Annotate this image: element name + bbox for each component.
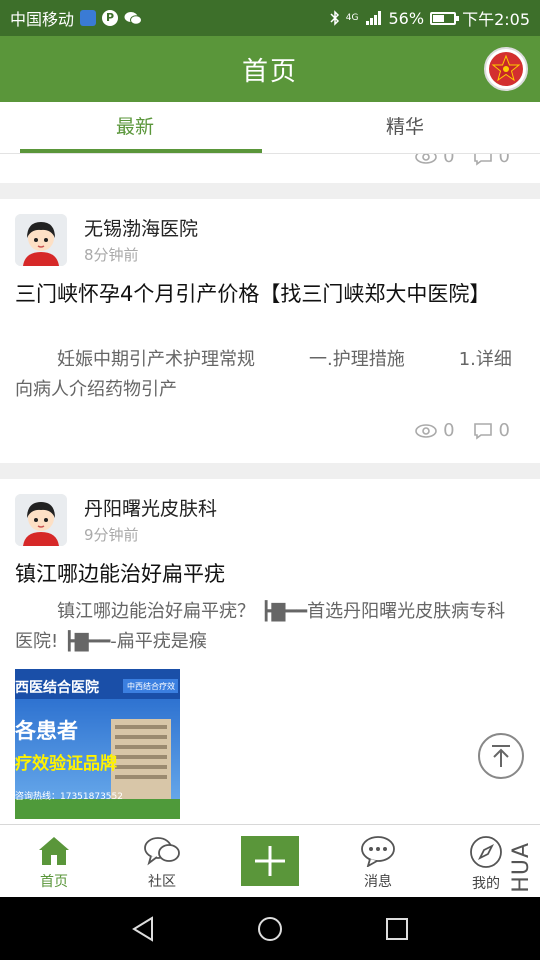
clock: 下午2:05 (462, 10, 530, 29)
battery-icon (430, 11, 460, 25)
post-author-row: 无锡渤海医院 8分钟前 (15, 214, 198, 266)
app-header: 首页 (0, 36, 540, 102)
author-name[interactable]: 无锡渤海医院 (84, 214, 198, 244)
nav-add[interactable] (216, 825, 324, 897)
back-icon[interactable] (130, 915, 156, 943)
tab-featured[interactable]: 精华 (270, 102, 540, 153)
nav-label: 消息 (364, 874, 392, 890)
eye-icon (415, 423, 437, 438)
post-excerpt: 妊娠中期引产术护理常规 一.护理措施 1.详细向病人介绍药物引产 (15, 349, 512, 400)
page-title: 首页 (241, 56, 298, 87)
feed-tabs: 最新 精华 (0, 102, 540, 154)
add-icon (255, 846, 285, 876)
post-title[interactable]: 镇江哪边能治好扁平疣 (15, 559, 518, 589)
ad-line2-text: 疗效验证品牌 (15, 754, 117, 774)
recents-icon[interactable] (384, 916, 410, 942)
ad-phone-text: 咨询热线：17351873552 (15, 792, 123, 802)
cartoon-avatar-icon (15, 494, 67, 546)
views-stat: 0 (415, 420, 455, 441)
views-stat: 0 (415, 154, 455, 167)
post-title[interactable]: 三门峡怀孕4个月引产价格【找三门峡郑大中医院】 (15, 279, 518, 309)
nav-community[interactable]: 社区 (108, 825, 216, 897)
add-post-button[interactable] (241, 836, 299, 886)
nav-label: 首页 (40, 874, 68, 890)
comment-icon (473, 422, 492, 440)
bottom-nav: 首页 社区 消息 我的 (0, 824, 540, 897)
eye-icon (415, 154, 437, 164)
bluetooth-icon (330, 10, 339, 26)
message-icon (361, 836, 395, 867)
post-stats: 0 0 (0, 420, 540, 441)
star-badge-icon (489, 52, 523, 86)
post-feed[interactable]: 0 0 无锡渤海医院 8分钟前 三门峡怀孕4个月引产价格【找三门峡郑大中医院】 … (0, 154, 540, 824)
arrow-up-icon (492, 745, 510, 767)
battery-percent: 56% (388, 8, 425, 28)
tab-latest[interactable]: 最新 (0, 102, 270, 153)
comments-count: 0 (498, 154, 510, 167)
avatar[interactable] (15, 494, 67, 546)
ad-line1-text: 各患者 (15, 719, 78, 743)
comment-icon (473, 154, 492, 166)
post-card-partial[interactable]: 0 0 (0, 154, 540, 183)
status-right: 4G 56% 下午2:05 (330, 6, 530, 30)
nav-label: 社区 (148, 874, 176, 890)
system-nav-bar (0, 897, 540, 960)
author-info: 丹阳曙光皮肤科 9分钟前 (84, 494, 217, 546)
post-author-row: 丹阳曙光皮肤科 9分钟前 (15, 494, 217, 546)
ad-banner-text: 西医结合医院 (15, 680, 99, 696)
post-excerpt: 镇江哪边能治好扁平疣？ ┣▇━━首选丹阳曙光皮肤病专科医院! ┣▇━━-扁平疣是… (15, 601, 506, 652)
compass-icon (470, 836, 502, 868)
network-type: 4G (345, 12, 359, 23)
cartoon-avatar-icon (15, 214, 67, 266)
signal-icon (365, 11, 381, 25)
nav-home[interactable]: 首页 (0, 825, 108, 897)
comments-stat: 0 (473, 154, 510, 167)
nav-messages[interactable]: 消息 (324, 825, 432, 897)
views-count: 0 (443, 154, 455, 167)
comments-count: 0 (498, 420, 510, 441)
author-info: 无锡渤海医院 8分钟前 (84, 214, 198, 266)
battery-fill (433, 14, 445, 22)
post-time: 8分钟前 (84, 246, 139, 264)
post-time: 9分钟前 (84, 526, 139, 544)
wechat-icon (124, 12, 143, 25)
author-name[interactable]: 丹阳曙光皮肤科 (84, 494, 217, 524)
home-circle-icon[interactable] (256, 915, 284, 943)
watermark: HUA (509, 842, 534, 893)
post-card[interactable]: 丹阳曙光皮肤科 9分钟前 镇江哪边能治好扁平疣 镇江哪边能治好扁平疣？ ┣▇━━… (0, 479, 540, 824)
post-thumbnail[interactable]: 西医结合医院 中西结合疗效 各患者 疗效验证品牌 咨询热线：1735187355… (15, 669, 180, 819)
status-left: 中国移动 P (10, 6, 143, 30)
notification-app-icon (80, 10, 97, 26)
scroll-to-top-button[interactable] (478, 733, 524, 779)
status-bar: 中国移动 P 4G 56% 下午2:05 (0, 0, 540, 36)
screen: 中国移动 P 4G 56% 下午2:05 首页 最新 精华 0 0 无锡渤海医院… (0, 0, 540, 960)
nav-label: 我的 (472, 876, 500, 892)
home-icon (39, 837, 69, 865)
community-icon (144, 837, 180, 866)
carrier-name: 中国移动 (10, 10, 75, 29)
profile-avatar-button[interactable] (484, 47, 528, 91)
ad-tag-text: 中西结合疗效 (127, 682, 175, 691)
views-count: 0 (443, 420, 455, 441)
post-stats: 0 0 (0, 154, 540, 167)
parking-icon: P (102, 10, 119, 26)
avatar[interactable] (15, 214, 67, 266)
comments-stat: 0 (473, 420, 510, 441)
post-card[interactable]: 无锡渤海医院 8分钟前 三门峡怀孕4个月引产价格【找三门峡郑大中医院】 妊娠中期… (0, 199, 540, 463)
